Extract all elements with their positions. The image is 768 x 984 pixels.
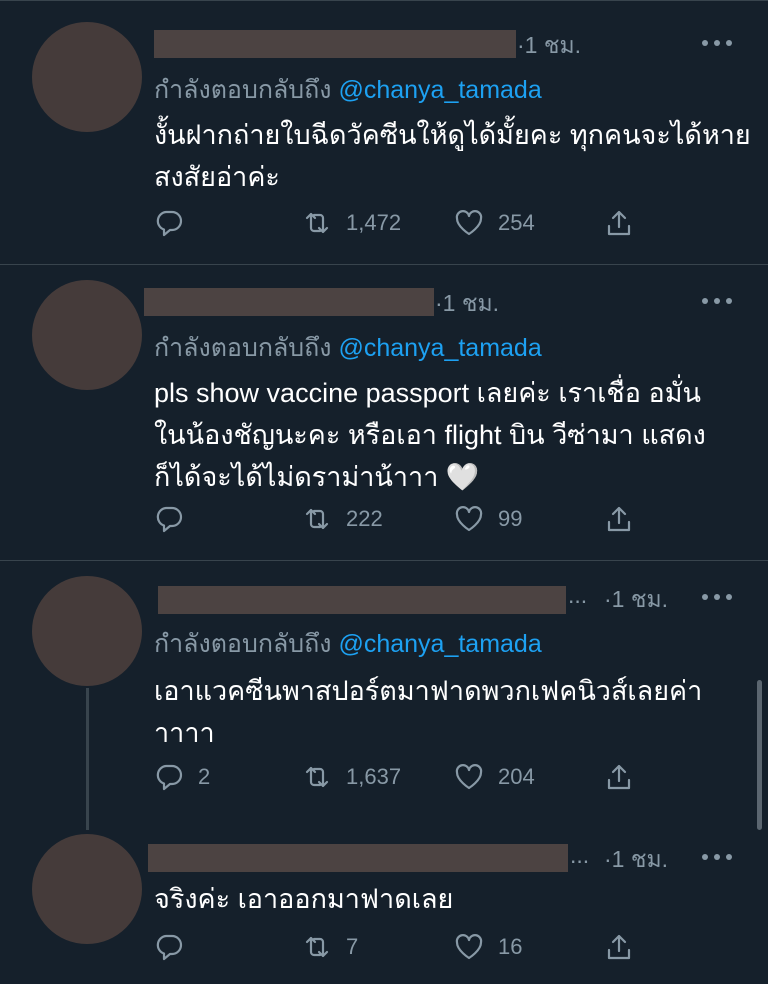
retweet-icon: [305, 508, 329, 530]
tweet-time[interactable]: ·1 ชม.: [517, 28, 581, 64]
share-button[interactable]: [604, 930, 634, 964]
retweet-button[interactable]: 1,472: [302, 206, 401, 240]
tweet-text: เอาแวคซีนพาสปอร์ตมาฟาดพวกเฟคนิวส์เลยค่าา…: [154, 676, 703, 748]
tweet-2[interactable]: ·1 ชม. กำลังตอบกลับถึง @chanya_tamada pl…: [0, 264, 768, 560]
mention-link[interactable]: @chanya_tamada: [338, 76, 541, 104]
tweet-time[interactable]: ·1 ชม.: [604, 582, 668, 618]
reply-icon: [156, 764, 183, 791]
avatar[interactable]: [32, 22, 142, 132]
share-icon: [607, 764, 631, 790]
retweet-icon: [305, 766, 329, 788]
tweet-actions: 2 1,637 204: [154, 760, 654, 794]
more-icon[interactable]: [702, 592, 732, 602]
like-icon: [455, 764, 483, 790]
replying-to: กำลังตอบกลับถึง @chanya_tamada: [154, 70, 542, 110]
retweet-count: 222: [346, 506, 383, 531]
like-count: 16: [498, 934, 523, 959]
avatar[interactable]: [32, 576, 142, 686]
redacted-username: [154, 30, 516, 58]
retweet-count: 1,472: [346, 210, 402, 235]
more-icon[interactable]: [702, 38, 732, 48]
like-button[interactable]: 16: [454, 930, 522, 964]
share-button[interactable]: [604, 502, 634, 536]
share-button[interactable]: [604, 206, 634, 240]
tweet-1[interactable]: ·1 ชม. กำลังตอบกลับถึง @chanya_tamada งั…: [0, 0, 768, 264]
tweet-time[interactable]: ·1 ชม.: [604, 842, 668, 878]
retweet-count: 1,637: [346, 764, 402, 789]
retweet-icon: [305, 212, 329, 234]
like-icon: [455, 506, 483, 532]
like-count: 254: [498, 210, 535, 235]
redacted-username: [158, 586, 566, 614]
tweet-actions: 1,472 254: [154, 206, 654, 240]
mention-link[interactable]: @chanya_tamada: [338, 630, 541, 658]
tweet-time[interactable]: ·1 ชม.: [435, 286, 499, 322]
avatar[interactable]: [32, 280, 142, 390]
retweet-button[interactable]: 1,637: [302, 760, 401, 794]
share-icon: [607, 210, 631, 236]
share-icon: [607, 934, 631, 960]
reply-icon: [156, 506, 183, 533]
scrollbar[interactable]: [757, 680, 762, 830]
replying-to: กำลังตอบกลับถึง @chanya_tamada: [154, 624, 542, 664]
replying-prefix: กำลังตอบกลับถึง: [154, 76, 332, 104]
tweet-text: pls show vaccine passport เลยค่ะ เราเชื่…: [154, 378, 706, 492]
tweet-3[interactable]: ... ·1 ชม. กำลังตอบกลับถึง @chanya_tamad…: [0, 560, 768, 824]
tweet-text: จริงค่ะ เอาออกมาฟาดเลย: [154, 884, 454, 914]
reply-icon: [156, 210, 183, 237]
reply-button[interactable]: [154, 206, 198, 240]
reply-count: 2: [198, 764, 211, 789]
like-icon: [455, 934, 483, 960]
retweet-button[interactable]: 222: [302, 502, 383, 536]
tweet-actions: 7 16: [154, 930, 654, 964]
reply-button[interactable]: [154, 930, 198, 964]
share-icon: [607, 506, 631, 532]
name-ellipsis: ...: [568, 582, 588, 608]
like-button[interactable]: 254: [454, 206, 535, 240]
like-icon: [455, 210, 483, 236]
retweet-icon: [305, 936, 329, 958]
replying-prefix: กำลังตอบกลับถึง: [154, 630, 332, 658]
reply-icon: [156, 934, 183, 961]
mention-link[interactable]: @chanya_tamada: [338, 334, 541, 362]
tweet-text: งั้นฝากถ่ายใบฉีดวัคซีนให้ดูได้มั้ยคะ ทุก…: [154, 120, 751, 192]
redacted-username: [148, 844, 568, 872]
retweet-button[interactable]: 7: [302, 930, 358, 964]
reply-button[interactable]: [154, 502, 198, 536]
like-count: 204: [498, 764, 535, 789]
tweet-actions: 222 99: [154, 502, 654, 536]
retweet-count: 7: [346, 934, 359, 959]
like-count: 99: [498, 506, 523, 531]
name-ellipsis: ...: [570, 842, 590, 868]
more-icon[interactable]: [702, 852, 732, 862]
avatar[interactable]: [32, 834, 142, 944]
reply-button[interactable]: 2: [154, 760, 210, 794]
like-button[interactable]: 204: [454, 760, 535, 794]
replying-prefix: กำลังตอบกลับถึง: [154, 334, 332, 362]
replying-to: กำลังตอบกลับถึง @chanya_tamada: [154, 328, 542, 368]
share-button[interactable]: [604, 760, 634, 794]
redacted-username: [144, 288, 434, 316]
like-button[interactable]: 99: [454, 502, 522, 536]
tweet-4[interactable]: ... ·1 ชม. จริงค่ะ เอาออกมาฟาดเลย 7 16: [0, 824, 768, 984]
more-icon[interactable]: [702, 296, 732, 306]
